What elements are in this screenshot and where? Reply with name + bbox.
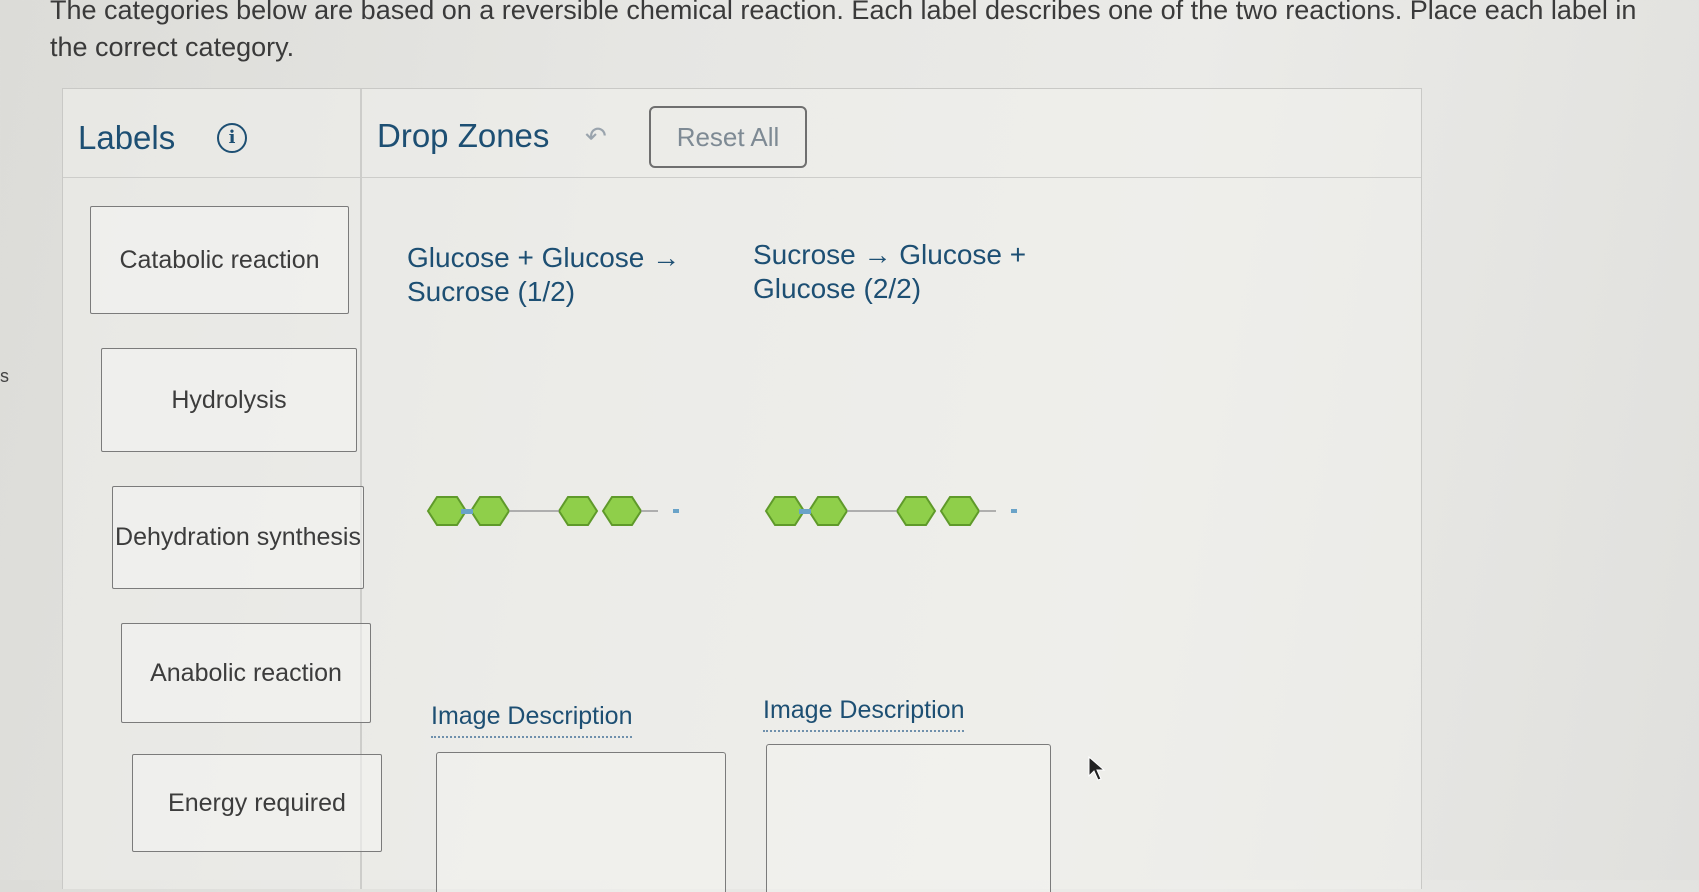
edge-letter: s — [0, 366, 9, 386]
label-card-catabolic-reaction[interactable]: Catabolic reaction — [90, 206, 349, 314]
label-card-energy-required[interactable]: Energy required — [132, 754, 382, 852]
zone-1-title: Glucose + Glucose → Sucrose (1/2) — [407, 241, 680, 309]
zone-1-title-line2: Sucrose (1/2) — [407, 276, 576, 307]
drop-zones-heading: Drop Zones — [377, 117, 550, 154]
mouse-cursor-icon — [1088, 756, 1106, 781]
label-card-hydrolysis[interactable]: Hydrolysis — [101, 348, 357, 452]
zone-2-title-line2: Glucose (2/2) — [753, 273, 922, 304]
label-card-anabolic-reaction[interactable]: Anabolic reaction — [121, 623, 371, 723]
drag-drop-panel: Labels i Drop Zones ↶ Reset All Cataboli… — [62, 88, 1422, 892]
reset-all-button[interactable]: Reset All — [649, 106, 807, 168]
zone-2-title: Sucrose → Glucose + Glucose (2/2) — [753, 238, 1026, 306]
undo-arrow-icon[interactable]: ↶ — [585, 121, 607, 152]
zone-2-drop-target[interactable] — [766, 744, 1051, 892]
labels-heading: Labels — [78, 119, 176, 156]
zone-1-image-description-link[interactable]: Image Description — [431, 702, 633, 738]
label-card-dehydration-synthesis[interactable]: Dehydration synthesis — [112, 486, 364, 589]
zone-2-image-description-link[interactable]: Image Description — [763, 696, 965, 732]
info-icon[interactable]: i — [217, 123, 247, 153]
glucose-molecules-illustration-1 — [426, 496, 679, 526]
zone-1-title-line1: Glucose + Glucose → — [407, 242, 681, 273]
zone-2-title-line1: Sucrose → Glucose + — [753, 239, 1027, 270]
instructions-text: The categories below are based on a reve… — [50, 0, 1637, 62]
glucose-molecules-illustration-2 — [764, 496, 1017, 526]
zone-1-drop-target[interactable] — [436, 752, 726, 892]
